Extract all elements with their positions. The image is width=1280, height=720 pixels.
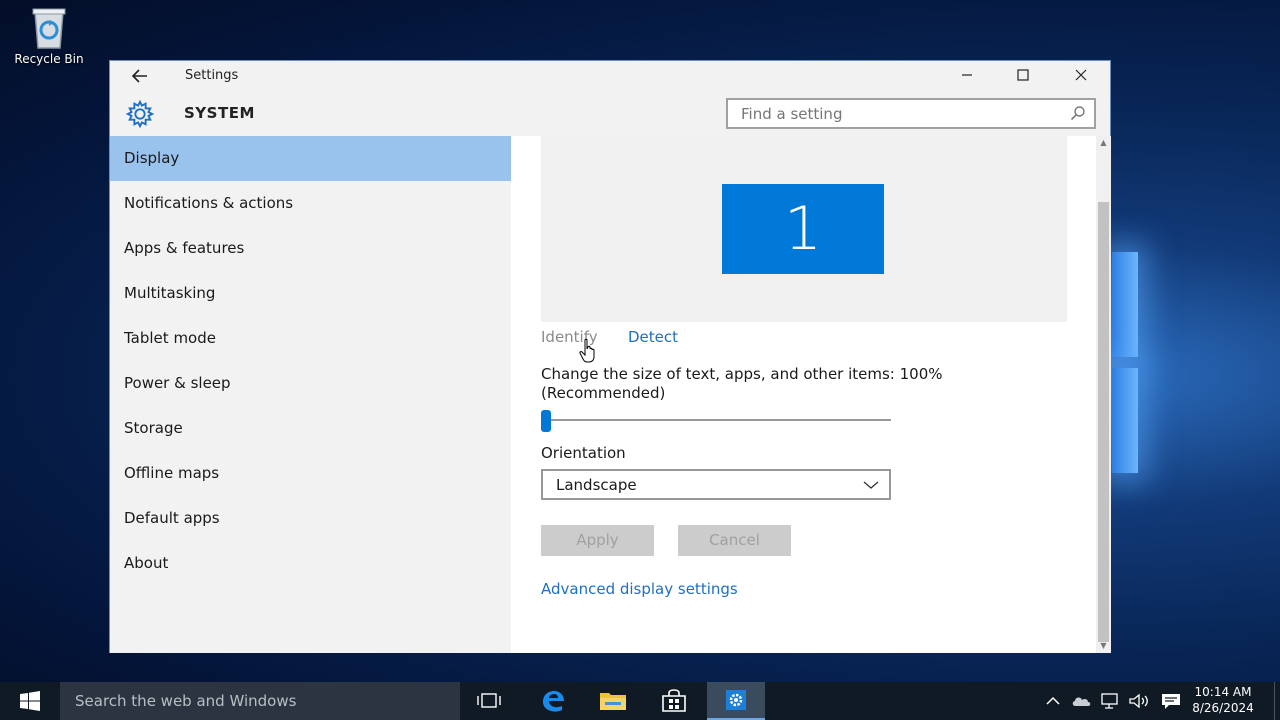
hand-cursor-icon xyxy=(579,338,595,363)
scroll-thumb[interactable] xyxy=(1098,202,1109,642)
search-icon[interactable] xyxy=(1070,105,1086,121)
sidebar-item-about[interactable]: About xyxy=(110,541,511,586)
recycle-bin-icon xyxy=(32,8,66,49)
orientation-dropdown[interactable]: Landscape xyxy=(541,469,891,500)
sidebar-item-display[interactable]: Display xyxy=(110,136,511,181)
settings-gear-icon xyxy=(726,690,746,710)
show-desktop-button[interactable] xyxy=(1274,682,1280,720)
content-scrollbar[interactable]: ▲ ▼ xyxy=(1096,136,1111,653)
gear-icon xyxy=(124,99,156,129)
sidebar-nav: Display Notifications & actions Apps & f… xyxy=(110,136,511,653)
clock-time: 10:14 AM xyxy=(1194,685,1252,699)
network-icon[interactable] xyxy=(1099,692,1121,710)
sidebar-item-tablet-mode[interactable]: Tablet mode xyxy=(110,316,511,361)
minimize-icon xyxy=(962,74,972,76)
store-bag-icon xyxy=(662,689,686,712)
slider-thumb[interactable] xyxy=(541,410,551,432)
detect-link[interactable]: Detect xyxy=(628,328,678,346)
sidebar-item-storage[interactable]: Storage xyxy=(110,406,511,451)
sidebar-item-default-apps[interactable]: Default apps xyxy=(110,496,511,541)
page-title: SYSTEM xyxy=(184,104,255,122)
store-taskbar-button[interactable] xyxy=(645,682,703,720)
sidebar-item-power-sleep[interactable]: Power & sleep xyxy=(110,361,511,406)
settings-window: Settings SYSTEM Find a setting Display N… xyxy=(109,60,1111,653)
monitor-arrangement-area[interactable]: 1 xyxy=(541,136,1067,322)
task-view-button[interactable] xyxy=(460,682,518,720)
action-center-icon[interactable] xyxy=(1160,692,1182,710)
sidebar-item-offline-maps[interactable]: Offline maps xyxy=(110,451,511,496)
taskbar: Search the web and Windows 10:14 AM 8/26… xyxy=(0,682,1280,720)
file-explorer-taskbar-button[interactable] xyxy=(584,682,642,720)
settings-header: SYSTEM xyxy=(110,91,1110,136)
orientation-value: Landscape xyxy=(556,476,637,494)
search-input[interactable] xyxy=(728,100,1058,127)
chevron-up-icon[interactable] xyxy=(1042,692,1064,710)
volume-icon[interactable] xyxy=(1128,692,1150,710)
maximize-button[interactable] xyxy=(1000,61,1046,91)
window-title: Settings xyxy=(185,68,239,83)
chevron-down-icon xyxy=(863,481,879,489)
recycle-bin-label: Recycle Bin xyxy=(14,52,84,66)
scale-label: Change the size of text, apps, and other… xyxy=(541,365,943,402)
sidebar-item-notifications[interactable]: Notifications & actions xyxy=(110,181,511,226)
maximize-icon xyxy=(1017,69,1029,81)
settings-taskbar-button[interactable] xyxy=(707,682,765,720)
sidebar-item-multitasking[interactable]: Multitasking xyxy=(110,271,511,316)
cancel-button[interactable]: Cancel xyxy=(678,525,791,556)
start-button[interactable] xyxy=(0,682,60,720)
apply-button[interactable]: Apply xyxy=(541,525,654,556)
recycle-bin-shortcut[interactable]: Recycle Bin xyxy=(8,6,90,66)
clock-date: 8/26/2024 xyxy=(1192,701,1254,715)
display-content: 1 Identify Detect Change the size of tex… xyxy=(511,136,1096,653)
close-icon xyxy=(1075,69,1087,81)
back-button[interactable] xyxy=(128,65,152,87)
taskbar-search-placeholder: Search the web and Windows xyxy=(75,692,297,710)
advanced-display-settings-link[interactable]: Advanced display settings xyxy=(541,580,738,598)
onedrive-cloud-icon[interactable] xyxy=(1070,692,1092,710)
monitor-1-tile[interactable]: 1 xyxy=(722,184,884,274)
scroll-up-arrow-icon[interactable]: ▲ xyxy=(1096,136,1111,150)
slider-track[interactable] xyxy=(541,419,891,421)
close-button[interactable] xyxy=(1058,61,1104,91)
find-setting-search[interactable] xyxy=(726,98,1096,129)
back-arrow-icon xyxy=(131,69,147,83)
task-view-icon xyxy=(477,693,501,708)
scale-slider[interactable] xyxy=(541,408,891,432)
title-bar[interactable]: Settings xyxy=(110,61,1110,91)
edge-taskbar-button[interactable] xyxy=(524,682,582,720)
windows-start-icon xyxy=(20,691,40,711)
orientation-label: Orientation xyxy=(541,444,626,462)
sidebar-item-apps-features[interactable]: Apps & features xyxy=(110,226,511,271)
minimize-button[interactable] xyxy=(944,61,990,91)
taskbar-search-box[interactable]: Search the web and Windows xyxy=(60,682,460,720)
folder-icon xyxy=(600,693,626,710)
scroll-down-arrow-icon[interactable]: ▼ xyxy=(1096,639,1111,653)
taskbar-clock[interactable]: 10:14 AM 8/26/2024 xyxy=(1190,684,1256,716)
edge-browser-icon xyxy=(543,691,564,712)
